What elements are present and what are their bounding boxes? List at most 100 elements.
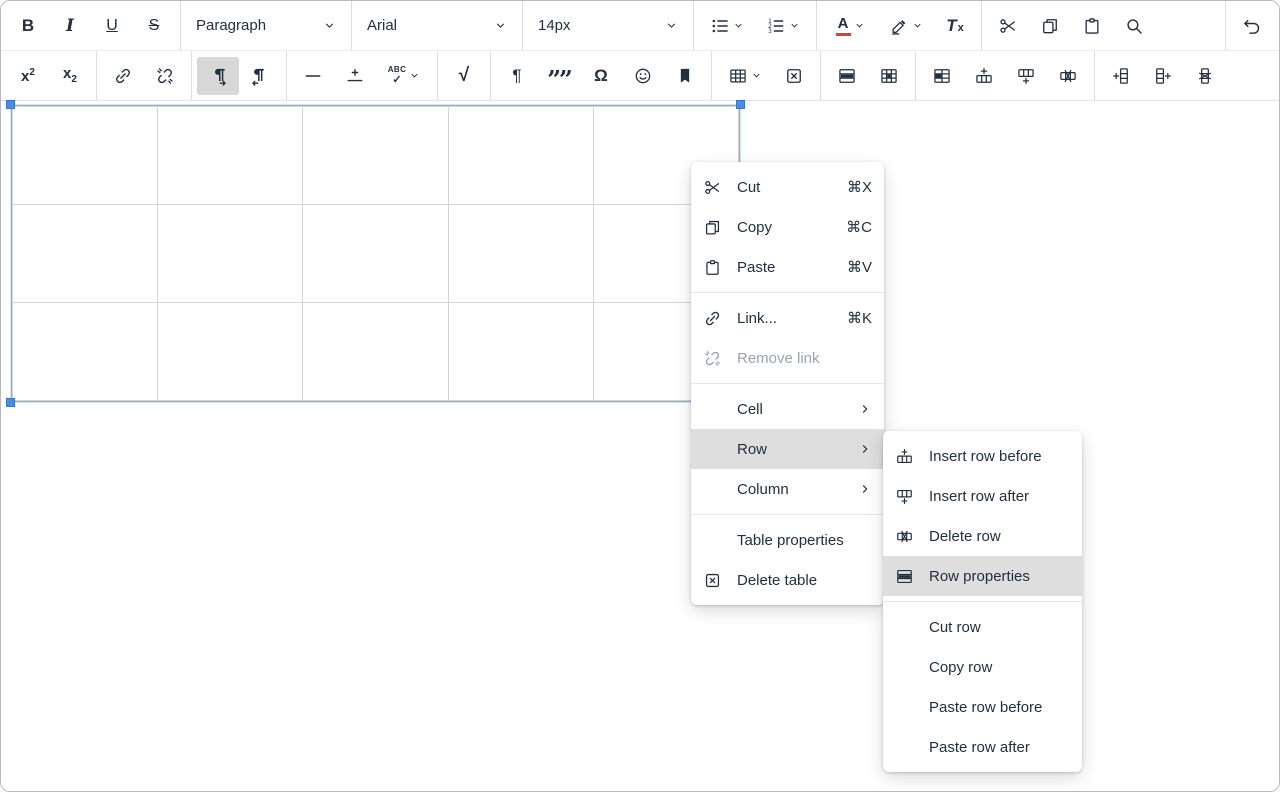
insert-link-button[interactable] <box>102 57 144 95</box>
delete-row-button[interactable] <box>1047 57 1089 95</box>
font-size-value: 14px <box>538 17 571 34</box>
submenu-item-paste-row-before[interactable]: Paste row before <box>883 687 1082 727</box>
page-break-button[interactable] <box>334 57 376 95</box>
cut-button[interactable] <box>987 7 1029 45</box>
undo-icon <box>1242 16 1262 36</box>
menu-item-copy[interactable]: Copy ⌘C <box>691 207 884 247</box>
horizontal-rule-button[interactable] <box>292 57 334 95</box>
menu-item-paste[interactable]: Paste ⌘V <box>691 247 884 287</box>
delete-column-button[interactable] <box>1184 57 1226 95</box>
insert-column-after-button[interactable] <box>1142 57 1184 95</box>
menu-item-column[interactable]: Column <box>691 469 884 509</box>
clear-formatting-button[interactable]: Tx <box>934 7 976 45</box>
table-cell[interactable] <box>158 107 303 205</box>
delete-column-icon <box>1195 66 1215 86</box>
subscript-icon: x2 <box>63 66 77 85</box>
font-family-select[interactable]: Arial <box>357 7 517 45</box>
table-cell[interactable] <box>303 205 448 303</box>
chevron-down-icon <box>912 20 923 31</box>
undo-button[interactable] <box>1231 7 1273 45</box>
table-cell[interactable] <box>13 107 158 205</box>
table-resize-handle-top-right[interactable] <box>736 100 745 109</box>
editor-canvas[interactable] <box>1 101 1279 792</box>
bold-icon: B <box>22 16 34 36</box>
search-button[interactable] <box>1113 7 1155 45</box>
cell-properties-button[interactable] <box>868 57 910 95</box>
superscript-button[interactable]: x2 <box>7 57 49 95</box>
submenu-item-insert-row-after[interactable]: Insert row after <box>883 476 1082 516</box>
menu-item-label: Link... <box>737 310 837 327</box>
emoticons-button[interactable] <box>622 57 664 95</box>
table-cell[interactable] <box>448 107 593 205</box>
merge-cells-button[interactable] <box>921 57 963 95</box>
unlink-icon <box>155 66 175 86</box>
submenu-item-cut-row[interactable]: Cut row <box>883 607 1082 647</box>
formula-button[interactable]: √ <box>443 57 485 95</box>
numbered-list-button[interactable] <box>755 7 811 45</box>
menu-item-label: Paste row after <box>929 739 1070 756</box>
strikethrough-button[interactable]: S <box>133 7 175 45</box>
clear-formatting-icon: Tx <box>946 17 964 34</box>
highlight-color-button[interactable] <box>878 7 934 45</box>
table-cell[interactable] <box>303 107 448 205</box>
chevron-down-icon <box>409 70 420 81</box>
menu-item-remove-link[interactable]: Remove link <box>691 338 884 378</box>
selected-table-wrapper <box>11 105 740 402</box>
submenu-item-insert-row-before[interactable]: Insert row before <box>883 436 1082 476</box>
empty-icon-slot <box>895 737 919 757</box>
content-table[interactable] <box>12 106 739 401</box>
table-resize-handle-bottom-left[interactable] <box>6 398 15 407</box>
paste-button[interactable] <box>1071 7 1113 45</box>
insert-row-after-button[interactable] <box>1005 57 1047 95</box>
table-cell[interactable] <box>13 303 158 401</box>
table-cell[interactable] <box>158 303 303 401</box>
special-character-button[interactable]: Ω <box>580 57 622 95</box>
subscript-button[interactable]: x2 <box>49 57 91 95</box>
font-size-select[interactable]: 14px <box>528 7 688 45</box>
anchor-button[interactable] <box>664 57 706 95</box>
row-properties-icon <box>837 66 857 86</box>
paragraph-marks-button[interactable]: ¶ <box>496 57 538 95</box>
search-icon <box>1124 16 1144 36</box>
table-cell[interactable] <box>448 303 593 401</box>
table-cell[interactable] <box>303 303 448 401</box>
underline-button[interactable]: U <box>91 7 133 45</box>
menu-item-cut[interactable]: Cut ⌘X <box>691 167 884 207</box>
text-color-button[interactable]: A <box>822 7 878 45</box>
context-menu: Cut ⌘X Copy ⌘C Paste ⌘V Link... ⌘K Remov… <box>691 162 884 605</box>
insert-table-button[interactable] <box>717 57 773 95</box>
table-cell[interactable] <box>158 205 303 303</box>
insert-row-before-button[interactable] <box>963 57 1005 95</box>
table-resize-handle-top-left[interactable] <box>6 100 15 109</box>
insert-column-before-button[interactable] <box>1100 57 1142 95</box>
spellcheck-button[interactable]: ABC✓ <box>376 57 432 95</box>
delete-table-button[interactable] <box>773 57 815 95</box>
table-cell[interactable] <box>448 205 593 303</box>
block-format-select[interactable]: Paragraph <box>186 7 346 45</box>
menu-item-cell[interactable]: Cell <box>691 389 884 429</box>
submenu-item-paste-row-after[interactable]: Paste row after <box>883 727 1082 767</box>
submenu-item-delete-row[interactable]: Delete row <box>883 516 1082 556</box>
menu-item-delete-table[interactable]: Delete table <box>691 560 884 600</box>
delete-row-icon <box>1058 66 1078 86</box>
submenu-item-copy-row[interactable]: Copy row <box>883 647 1082 687</box>
remove-link-button[interactable] <box>144 57 186 95</box>
text-color-icon: A <box>836 16 851 36</box>
italic-button[interactable]: I <box>49 7 91 45</box>
menu-item-row[interactable]: Row <box>691 429 884 469</box>
menu-item-table-properties[interactable]: Table properties <box>691 520 884 560</box>
chevron-down-icon <box>751 70 762 81</box>
submenu-item-row-properties[interactable]: Row properties <box>883 556 1082 596</box>
bold-button[interactable]: B <box>7 7 49 45</box>
ltr-direction-button[interactable] <box>197 57 239 95</box>
empty-icon-slot <box>703 399 727 419</box>
table-cell[interactable] <box>13 205 158 303</box>
blockquote-button[interactable]: ”” <box>538 57 580 95</box>
menu-item-label: Paste <box>737 259 837 276</box>
row-properties-button[interactable] <box>826 57 868 95</box>
row-properties-icon <box>895 566 919 586</box>
bullet-list-button[interactable] <box>699 7 755 45</box>
rtl-direction-button[interactable] <box>239 57 281 95</box>
menu-item-link[interactable]: Link... ⌘K <box>691 298 884 338</box>
copy-button[interactable] <box>1029 7 1071 45</box>
